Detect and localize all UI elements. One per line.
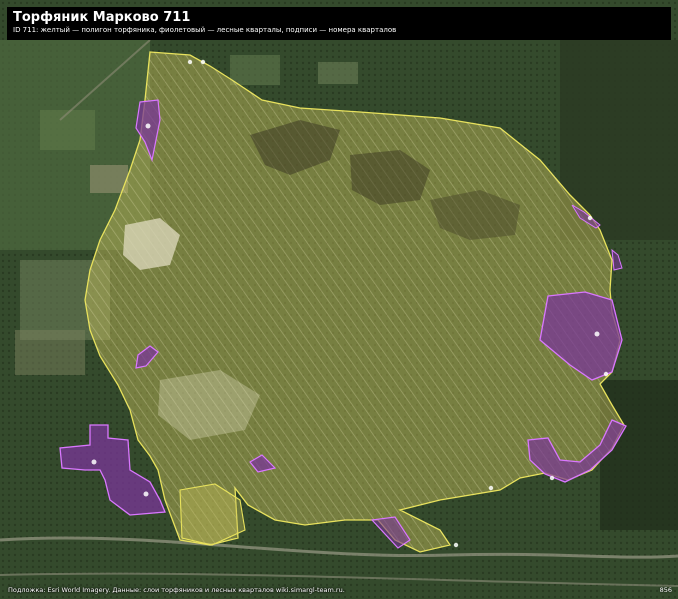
map-view[interactable]: Торфяник Марково 711 ID 711: желтый — по… xyxy=(0,0,678,599)
map-code-label: 856 xyxy=(659,586,672,594)
map-subtitle: ID 711: желтый — полигон торфяника, фиол… xyxy=(13,26,397,34)
map-canvas xyxy=(0,0,678,599)
map-header: Торфяник Марково 711 ID 711: желтый — по… xyxy=(7,7,671,40)
map-title: Торфяник Марково 711 xyxy=(13,10,191,25)
map-attribution: Подложка: Esri World Imagery. Данные: сл… xyxy=(8,586,345,594)
